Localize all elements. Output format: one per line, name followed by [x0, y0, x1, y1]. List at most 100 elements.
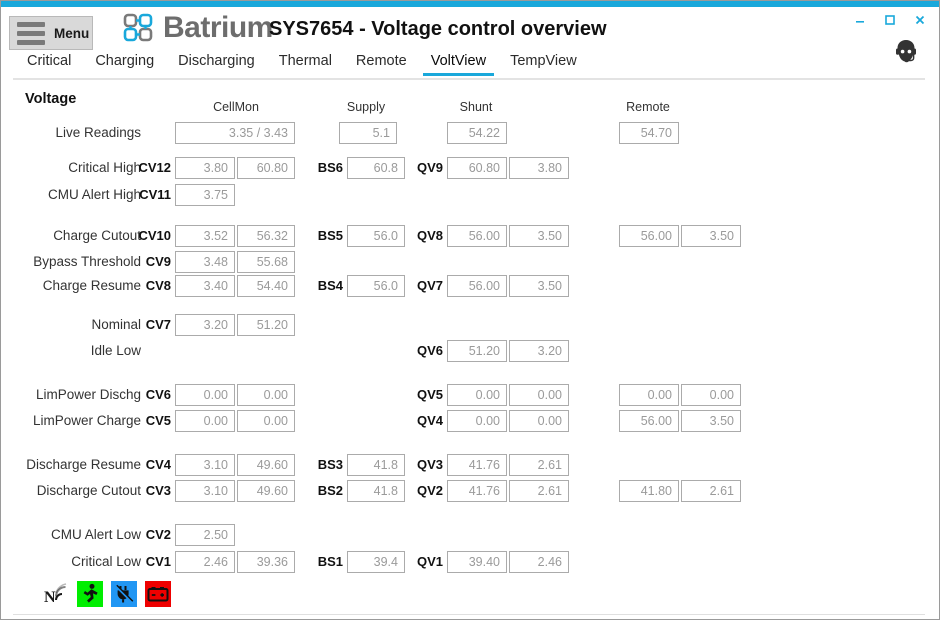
shunt-pack-field[interactable]: 56.00 — [447, 275, 507, 297]
tab-voltview[interactable]: VoltView — [419, 51, 498, 76]
menu-button[interactable]: Menu — [9, 16, 93, 50]
channel-code: QV9 — [416, 160, 443, 175]
cellmon-cell-field[interactable]: 3.52 — [175, 225, 235, 247]
cellmon-cell-field[interactable]: 3.75 — [175, 184, 235, 206]
remote-pack-field[interactable]: 56.00 — [619, 225, 679, 247]
tab-bar: Critical Charging Discharging Thermal Re… — [1, 51, 939, 79]
channel-code: BS4 — [317, 278, 343, 293]
shunt-pack-field[interactable]: 41.76 — [447, 480, 507, 502]
network-signal-icon[interactable]: N — [43, 581, 69, 607]
shunt-pack-field[interactable]: 0.00 — [447, 410, 507, 432]
shunt-pack-field[interactable]: 0.00 — [447, 384, 507, 406]
remote-live-field[interactable]: 54.70 — [619, 122, 679, 144]
cellmon-pack-field[interactable]: 51.20 — [237, 314, 295, 336]
cellmon-cell-field[interactable]: 3.40 — [175, 275, 235, 297]
shunt-cell-field[interactable]: 3.50 — [509, 225, 569, 247]
channel-code: CV7 — [145, 317, 171, 332]
column-header-remote: Remote — [626, 100, 670, 114]
menu-button-label: Menu — [54, 25, 90, 41]
channel-code: QV3 — [416, 457, 443, 472]
supply-live-field[interactable]: 5.1 — [339, 122, 397, 144]
cellmon-live-field[interactable]: 3.35 / 3.43 — [175, 122, 295, 144]
shunt-pack-field[interactable]: 56.00 — [447, 225, 507, 247]
shunt-pack-field[interactable]: 51.20 — [447, 340, 507, 362]
maximize-icon[interactable] — [875, 8, 905, 32]
row-label: Idle Low — [90, 343, 141, 358]
shunt-cell-field[interactable]: 2.61 — [509, 454, 569, 476]
cellmon-cell-field[interactable]: 2.46 — [175, 551, 235, 573]
shunt-cell-field[interactable]: 2.61 — [509, 480, 569, 502]
tab-remote[interactable]: Remote — [344, 51, 419, 76]
remote-pack-field[interactable]: 41.80 — [619, 480, 679, 502]
channel-code: QV8 — [416, 228, 443, 243]
shunt-cell-field[interactable]: 0.00 — [509, 410, 569, 432]
svg-text:N: N — [44, 589, 56, 606]
channel-code: CV11 — [139, 187, 171, 202]
footer-divider — [13, 614, 925, 615]
shunt-cell-field[interactable]: 3.20 — [509, 340, 569, 362]
batrium-logo-icon — [123, 13, 159, 43]
cellmon-pack-field[interactable]: 0.00 — [237, 410, 295, 432]
tab-tempview[interactable]: TempView — [498, 51, 589, 76]
channel-code: QV6 — [416, 343, 443, 358]
power-plug-icon[interactable] — [111, 581, 137, 607]
panel-title: Voltage — [25, 91, 77, 107]
title-bar-accent — [1, 1, 939, 7]
channel-code: CV8 — [145, 278, 171, 293]
running-person-icon[interactable] — [77, 581, 103, 607]
channel-code: BS6 — [317, 160, 343, 175]
remote-cell-field[interactable]: 2.61 — [681, 480, 741, 502]
remote-cell-field[interactable]: 3.50 — [681, 410, 741, 432]
remote-pack-field[interactable]: 0.00 — [619, 384, 679, 406]
brand-name: Batrium — [163, 11, 273, 44]
channel-code: BS1 — [317, 554, 343, 569]
row-label: Live Readings — [55, 125, 141, 140]
minimize-icon[interactable] — [845, 8, 875, 32]
cellmon-pack-field[interactable]: 0.00 — [237, 384, 295, 406]
cellmon-cell-field[interactable]: 0.00 — [175, 384, 235, 406]
cellmon-cell-field[interactable]: 2.50 — [175, 524, 235, 546]
cellmon-cell-field[interactable]: 3.10 — [175, 454, 235, 476]
channel-code: QV7 — [416, 278, 443, 293]
tab-discharging[interactable]: Discharging — [166, 51, 267, 76]
battery-icon[interactable] — [145, 581, 171, 607]
cellmon-cell-field[interactable]: 3.48 — [175, 251, 235, 273]
channel-code: CV1 — [145, 554, 171, 569]
channel-code: CV4 — [145, 457, 171, 472]
channel-code: QV1 — [416, 554, 443, 569]
app-window: Menu Batrium SYS7654 - Voltage control o… — [0, 0, 940, 620]
channel-code: CV9 — [145, 254, 171, 269]
channel-code: CV10 — [138, 228, 171, 243]
voltage-panel: Voltage CellMon Supply Shunt Remote Live… — [1, 81, 939, 619]
remote-cell-field[interactable]: 0.00 — [681, 384, 741, 406]
channel-code: CV12 — [138, 160, 171, 175]
shunt-cell-field[interactable]: 3.50 — [509, 275, 569, 297]
cellmon-cell-field[interactable]: 0.00 — [175, 410, 235, 432]
cellmon-pack-field[interactable]: 55.68 — [237, 251, 295, 273]
column-header-shunt: Shunt — [459, 100, 493, 114]
cellmon-cell-field[interactable]: 3.80 — [175, 157, 235, 179]
close-icon[interactable] — [905, 8, 935, 32]
channel-code: CV3 — [145, 483, 171, 498]
shunt-cell-field[interactable]: 0.00 — [509, 384, 569, 406]
tab-thermal[interactable]: Thermal — [267, 51, 344, 76]
channel-code: CV5 — [145, 413, 171, 428]
shunt-pack-field[interactable]: 60.80 — [447, 157, 507, 179]
page-title: SYS7654 - Voltage control overview — [269, 18, 607, 40]
cellmon-cell-field[interactable]: 3.10 — [175, 480, 235, 502]
remote-pack-field[interactable]: 56.00 — [619, 410, 679, 432]
brand-logo: Batrium — [123, 13, 273, 43]
shunt-cell-field[interactable]: 3.80 — [509, 157, 569, 179]
shunt-cell-field[interactable]: 2.46 — [509, 551, 569, 573]
shunt-pack-field[interactable]: 41.76 — [447, 454, 507, 476]
remote-cell-field[interactable]: 3.50 — [681, 225, 741, 247]
tab-charging[interactable]: Charging — [83, 51, 166, 76]
shunt-live-field[interactable]: 54.22 — [447, 122, 507, 144]
shunt-pack-field[interactable]: 39.40 — [447, 551, 507, 573]
channel-code: QV5 — [416, 387, 443, 402]
tab-critical[interactable]: Critical — [15, 51, 83, 76]
column-header-cellmon: CellMon — [213, 100, 259, 114]
tab-bar-divider — [13, 78, 925, 80]
channel-code: CV6 — [145, 387, 171, 402]
cellmon-cell-field[interactable]: 3.20 — [175, 314, 235, 336]
